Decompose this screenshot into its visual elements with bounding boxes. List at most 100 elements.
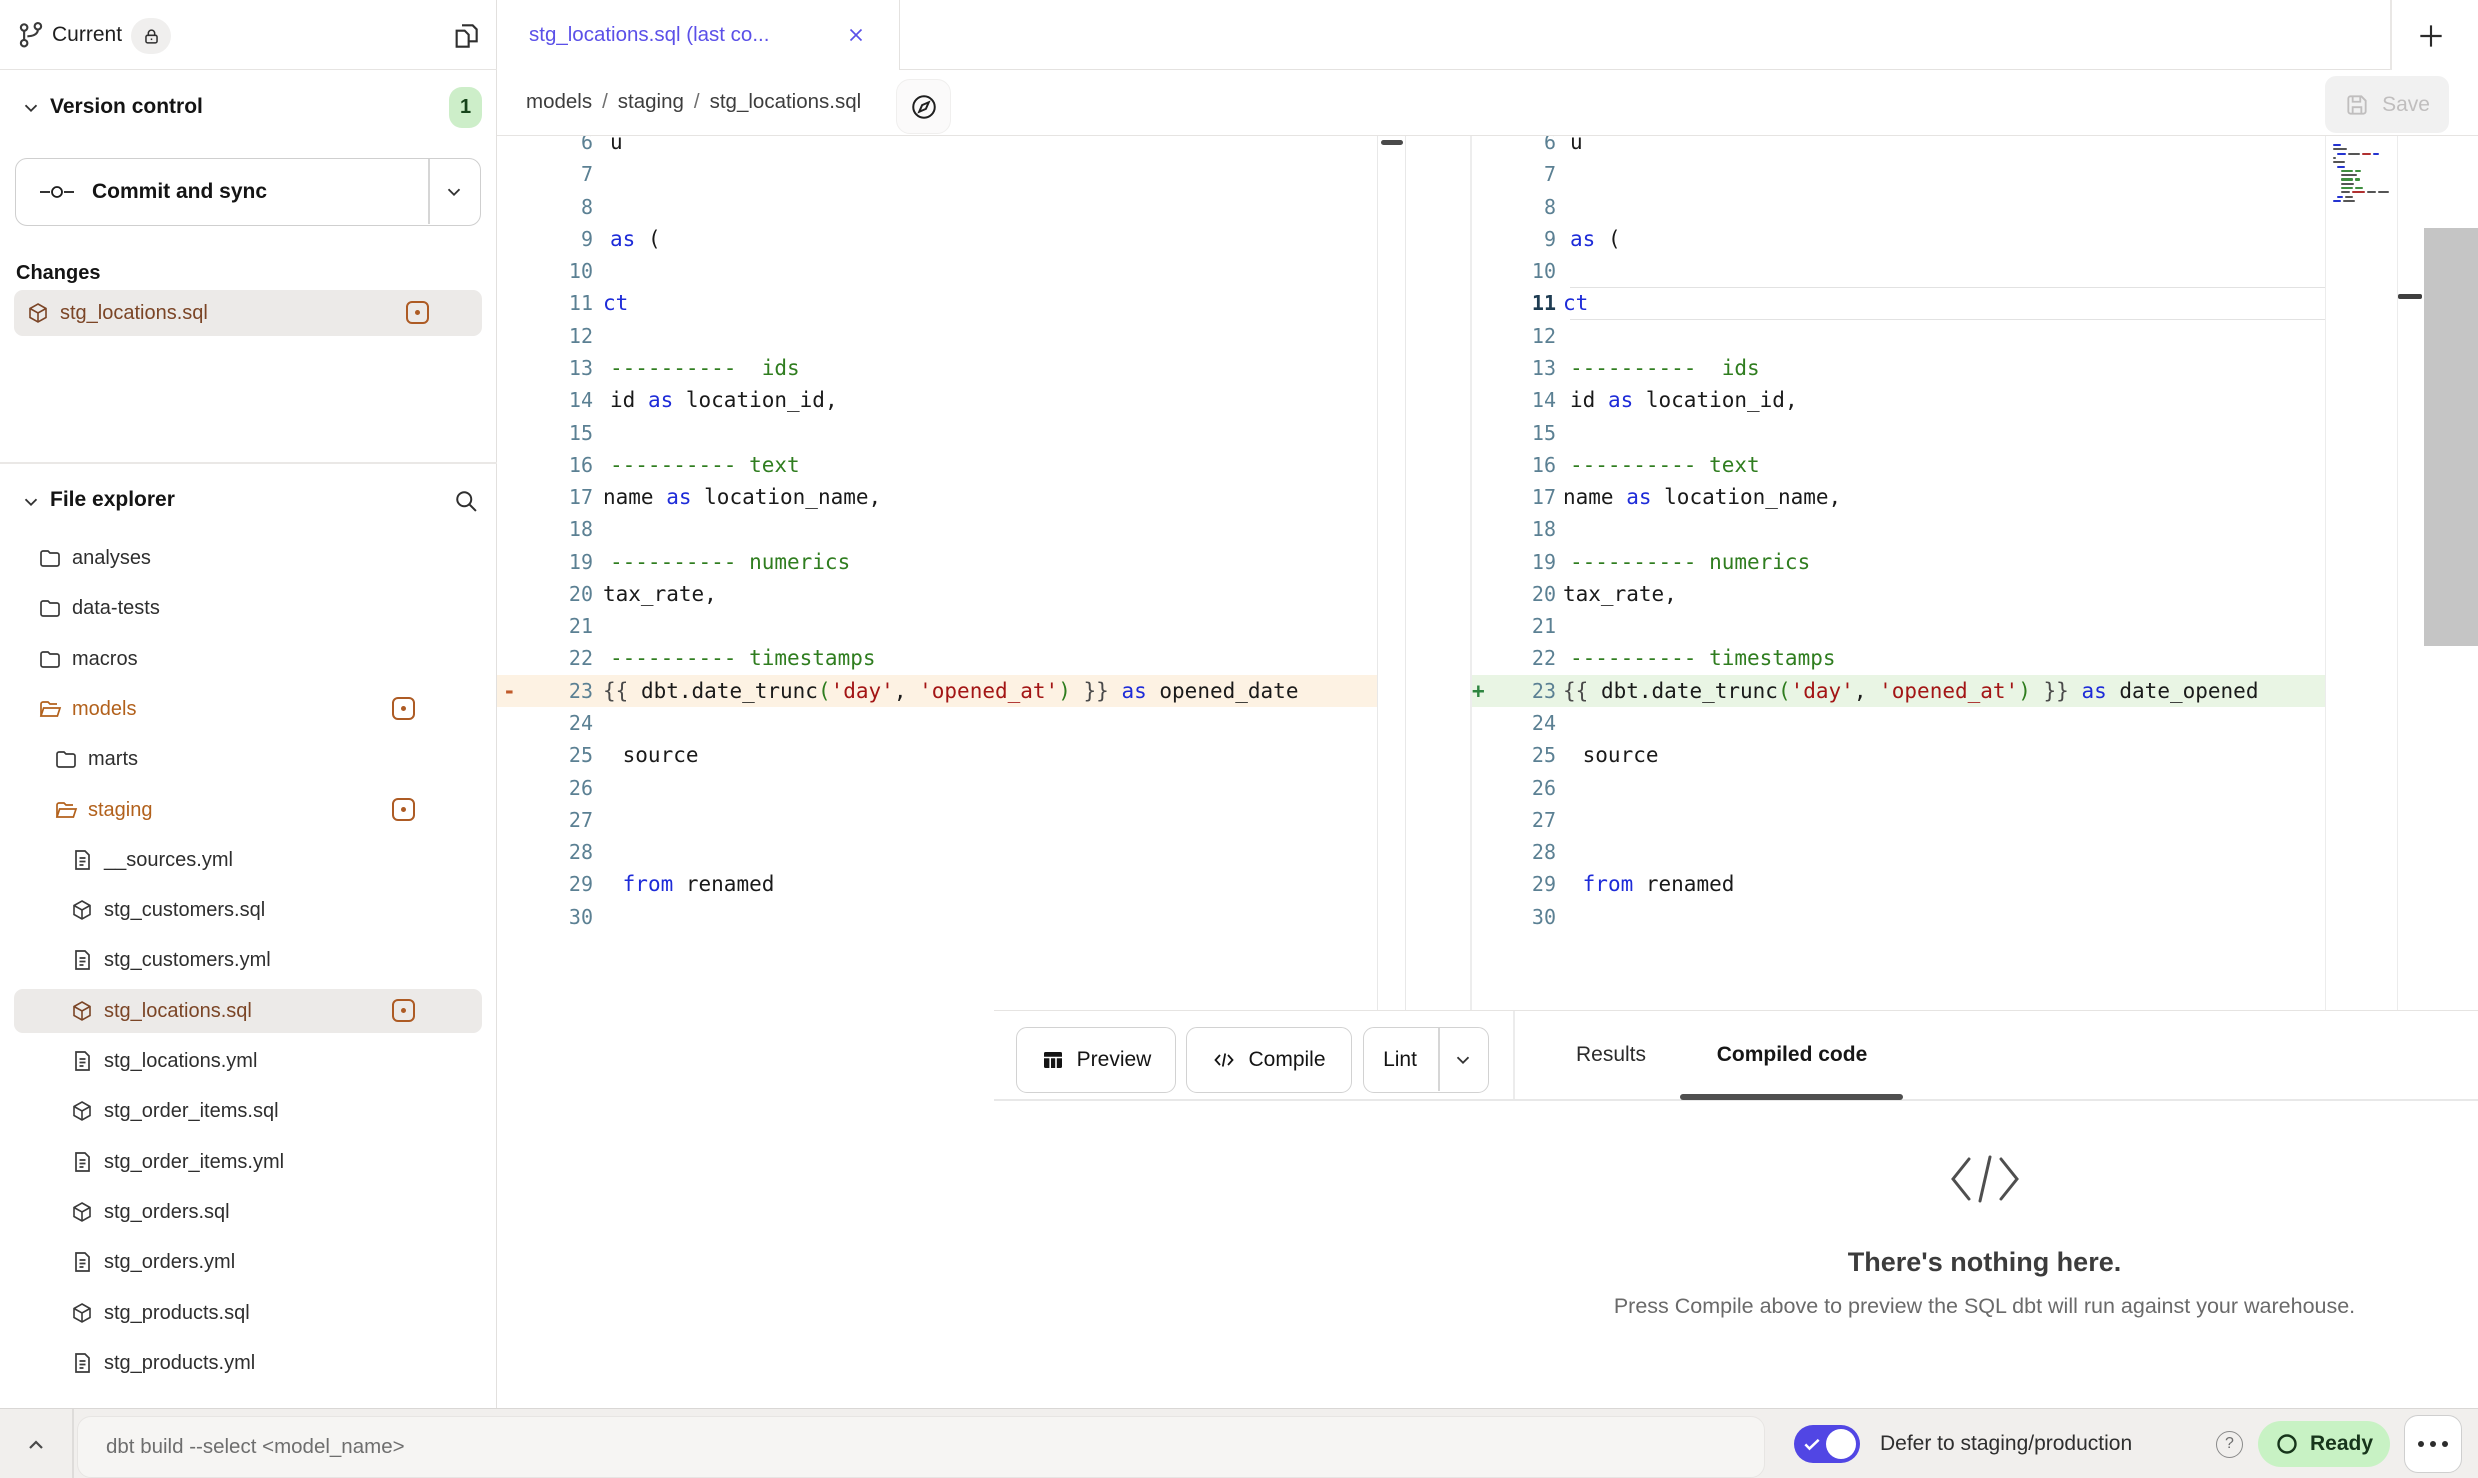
minimap-code-segment — [2345, 196, 2353, 198]
file-explorer-chevron-icon[interactable] — [20, 491, 42, 513]
code-line-13[interactable]: ---------- ids — [610, 352, 800, 384]
commit-and-sync-button[interactable]: Commit and sync — [15, 158, 481, 226]
code-line-29[interactable]: from renamed — [1570, 868, 1734, 900]
close-icon[interactable] — [845, 24, 867, 46]
code-line-22[interactable]: ---------- timestamps — [1570, 642, 1836, 674]
changed-file-name: stg_locations.sql — [60, 302, 208, 325]
scrollbar-thumb[interactable] — [1381, 140, 1403, 145]
scroll-indicator-dash[interactable] — [2398, 294, 2422, 299]
empty-state-subtitle: Press Compile above to preview the SQL d… — [994, 1294, 2478, 1319]
file-name: models — [72, 684, 136, 734]
code-line-6[interactable]: u — [610, 136, 623, 158]
code-line-14[interactable]: id as location_id, — [610, 384, 838, 416]
copy-icon[interactable] — [450, 20, 482, 52]
file-tree-item-models[interactable]: models — [0, 684, 497, 734]
code-line-9[interactable]: as ( — [610, 223, 661, 255]
file-explorer-title[interactable]: File explorer — [50, 488, 175, 512]
changes-heading: Changes — [16, 262, 100, 285]
commit-dropdown-chevron-icon[interactable] — [443, 181, 465, 203]
code-line-22[interactable]: ---------- timestamps — [610, 642, 876, 674]
code-line-14[interactable]: id as location_id, — [1570, 384, 1798, 416]
file-tree-item-data-tests[interactable]: data-tests — [0, 583, 497, 633]
code-editor[interactable]: 678910111213141516171819202122-232425262… — [497, 136, 2478, 1010]
code-line-13[interactable]: ---------- ids — [1570, 352, 1760, 384]
preview-button[interactable]: Preview — [1016, 1027, 1176, 1093]
tab-results[interactable]: Results — [1568, 1011, 1654, 1099]
left-pane-code[interactable]: u as ( ct ---------- idsid as location_id, -… — [602, 136, 1375, 1010]
code-line-20[interactable]: tax_rate, — [1563, 578, 1677, 610]
code-line-20[interactable]: tax_rate, — [603, 578, 717, 610]
lineage-compass-icon[interactable] — [896, 79, 951, 134]
changed-file-item[interactable]: stg_locations.sql — [14, 290, 482, 336]
left-pane-scrollbar[interactable] — [1377, 136, 1406, 1010]
compile-button[interactable]: Compile — [1186, 1027, 1352, 1093]
new-tab-plus-icon[interactable] — [2415, 20, 2447, 52]
minimap-code-segment — [2355, 178, 2360, 180]
file-tree-item-stg-order-items-yml[interactable]: stg_order_items.yml — [0, 1137, 497, 1187]
line-number: 8 — [1496, 191, 1556, 223]
code-line-29[interactable]: from renamed — [610, 868, 774, 900]
line-number: 25 — [533, 739, 593, 771]
file-tree-item-stg-products-yml[interactable]: stg_products.yml — [0, 1338, 497, 1388]
file-tree-item-analyses[interactable]: analyses — [0, 533, 497, 583]
file-tree-item-stg-order-items-sql[interactable]: stg_order_items.sql — [0, 1086, 497, 1136]
more-options-button[interactable] — [2404, 1415, 2462, 1473]
window-scrollbar[interactable] — [2424, 228, 2478, 646]
code-line-25[interactable]: source — [1570, 739, 1659, 771]
model-cube-icon — [70, 1099, 94, 1123]
code-line-23[interactable]: {{ dbt.date_trunc('day', 'opened_at') }}… — [1563, 675, 2258, 707]
file-tree-item-stg-orders-sql[interactable]: stg_orders.sql — [0, 1187, 497, 1237]
tab-stg-locations[interactable]: stg_locations.sql (last co... — [497, 0, 900, 70]
tab-compiled-code[interactable]: Compiled code — [1707, 1011, 1877, 1099]
minimap[interactable] — [2325, 136, 2398, 1010]
lint-button[interactable]: Lint — [1363, 1027, 1489, 1093]
file-tree-item-stg-customers-yml[interactable]: stg_customers.yml — [0, 935, 497, 985]
minimap-code-segment — [2355, 170, 2361, 172]
code-line-19[interactable]: ---------- numerics — [610, 546, 850, 578]
lint-dropdown-chevron-icon[interactable] — [1452, 1049, 1474, 1071]
file-tree-item-marts[interactable]: marts — [0, 734, 497, 784]
version-control-title[interactable]: Version control — [50, 95, 203, 119]
version-control-chevron-icon[interactable] — [20, 97, 42, 119]
line-number: 27 — [533, 804, 593, 836]
line-number: 26 — [533, 772, 593, 804]
code-line-16[interactable]: ---------- text — [610, 449, 800, 481]
code-line-16[interactable]: ---------- text — [1570, 449, 1760, 481]
search-icon[interactable] — [452, 487, 480, 515]
minimap-code-segment — [2333, 200, 2341, 202]
breadcrumb-part[interactable]: staging — [618, 90, 684, 113]
line-number: 14 — [533, 384, 593, 416]
code-line-11[interactable]: ct — [603, 287, 628, 319]
code-line-9[interactable]: as ( — [1570, 223, 1621, 255]
preview-label: Preview — [1077, 1048, 1152, 1072]
command-input[interactable]: dbt build --select <model_name> — [77, 1416, 1765, 1478]
code-line-17[interactable]: name as location_name, — [1563, 481, 1841, 513]
code-line-11[interactable]: ct — [1563, 287, 1588, 319]
git-branch-icon — [16, 20, 46, 50]
file-tree-item-stg-locations-yml[interactable]: stg_locations.yml — [0, 1036, 497, 1086]
file-tree-item--sources-yml[interactable]: __sources.yml — [0, 835, 497, 885]
code-line-17[interactable]: name as location_name, — [603, 481, 881, 513]
file-tree-item-stg-locations-sql[interactable]: stg_locations.sql — [0, 986, 497, 1036]
save-button[interactable]: Save — [2325, 76, 2449, 133]
file-tree-item-stg-orders-yml[interactable]: stg_orders.yml — [0, 1237, 497, 1287]
code-line-19[interactable]: ---------- numerics — [1570, 546, 1810, 578]
status-badge[interactable]: Ready — [2258, 1421, 2390, 1467]
file-tree-item-stg-customers-sql[interactable]: stg_customers.sql — [0, 885, 497, 935]
help-icon[interactable]: ? — [2216, 1431, 2243, 1458]
file-name: stg_order_items.yml — [104, 1137, 284, 1187]
defer-toggle[interactable] — [1794, 1425, 1860, 1463]
branch-header: Current — [0, 0, 497, 70]
empty-state: There's nothing here. Press Compile abov… — [994, 1151, 2478, 1319]
file-tree-item-staging[interactable]: staging — [0, 785, 497, 835]
chevron-up-icon[interactable] — [24, 1433, 48, 1457]
breadcrumb-part[interactable]: models — [526, 90, 592, 113]
code-line-6[interactable]: u — [1570, 136, 1583, 158]
file-tree-item-stg-products-sql[interactable]: stg_products.sql — [0, 1288, 497, 1338]
main-area: stg_locations.sql (last co... models/sta… — [497, 0, 2478, 1478]
right-pane-code[interactable]: u as ( ct ---------- idsid as location_id, -… — [1562, 136, 2323, 1010]
code-line-25[interactable]: source — [610, 739, 699, 771]
breadcrumb-part[interactable]: stg_locations.sql — [710, 90, 862, 113]
code-line-23[interactable]: {{ dbt.date_trunc('day', 'opened_at') }}… — [603, 675, 1298, 707]
file-tree-item-macros[interactable]: macros — [0, 634, 497, 684]
